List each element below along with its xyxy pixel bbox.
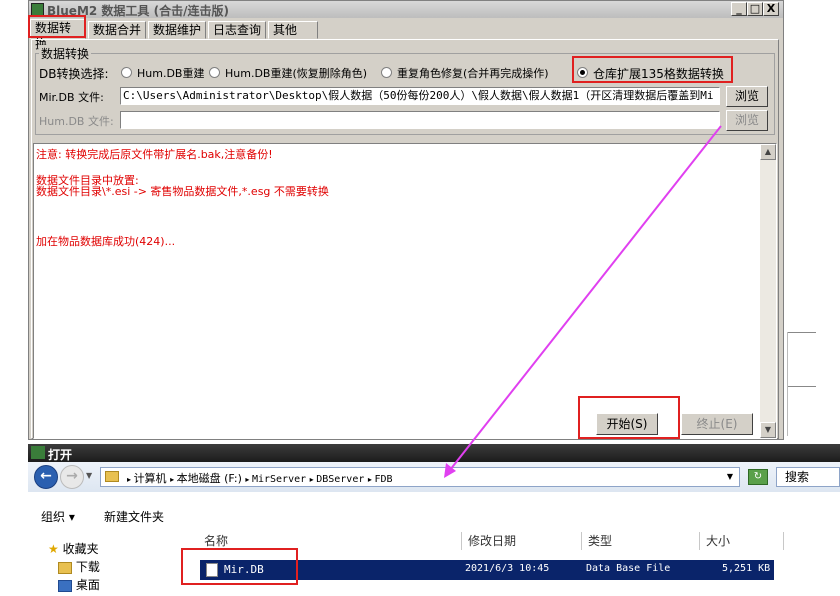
- annotation-arrow: [444, 125, 722, 478]
- arrow-line: [449, 125, 722, 471]
